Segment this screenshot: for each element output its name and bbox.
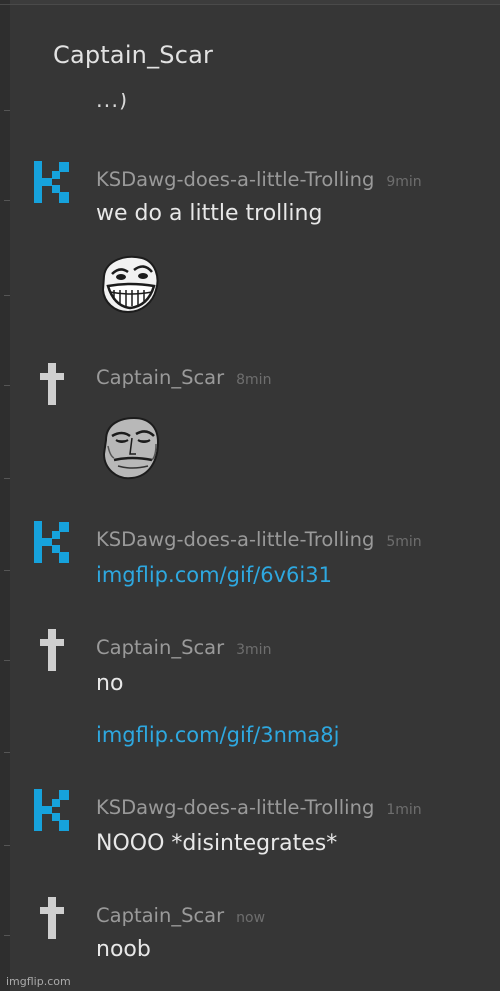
timestamp: 9min — [386, 174, 422, 190]
timestamp: 3min — [236, 642, 272, 658]
username[interactable]: Captain_Scar — [96, 904, 224, 927]
message-meta: KSDawg-does-a-little-Trolling 9min — [96, 168, 422, 191]
message-meta: Captain_Scar 8min — [96, 366, 271, 389]
timestamp: 8min — [236, 372, 272, 388]
trollface-emoji — [101, 255, 159, 314]
message-text: noob — [96, 937, 151, 962]
cross-icon[interactable] — [32, 895, 72, 941]
username[interactable]: KSDawg-does-a-little-Trolling — [96, 528, 374, 551]
gif-link[interactable]: imgflip.com/gif/3nma8j — [96, 723, 339, 747]
username[interactable]: Captain_Scar — [96, 636, 224, 659]
timestamp: 5min — [386, 534, 422, 550]
cutoff-message-text: ...) — [96, 93, 129, 112]
k-logo-icon[interactable] — [32, 787, 72, 833]
sad-trollface-emoji — [102, 416, 160, 480]
message-text: NOOO *disintegrates* — [96, 831, 338, 856]
message-meta: KSDawg-does-a-little-Trolling 1min — [96, 796, 422, 819]
k-logo-icon[interactable] — [32, 159, 72, 205]
timestamp: 1min — [386, 802, 422, 818]
cross-icon[interactable] — [32, 627, 72, 673]
imgflip-watermark: imgflip.com — [6, 975, 71, 988]
message-text: no — [96, 671, 124, 696]
timestamp: now — [236, 910, 266, 926]
gif-link[interactable]: imgflip.com/gif/6v6i31 — [96, 563, 332, 587]
k-logo-icon[interactable] — [32, 519, 72, 565]
message-meta: Captain_Scar now — [96, 904, 265, 927]
message-meta: Captain_Scar 3min — [96, 636, 271, 659]
message-text: we do a little trolling — [96, 201, 323, 226]
left-gutter — [0, 0, 10, 991]
chat-title: Captain_Scar — [53, 41, 214, 69]
cross-icon[interactable] — [32, 361, 72, 407]
chat-panel[interactable]: Captain_Scar ...) KSDawg-does-a-little-T… — [10, 5, 500, 991]
username[interactable]: KSDawg-does-a-little-Trolling — [96, 168, 374, 191]
username[interactable]: KSDawg-does-a-little-Trolling — [96, 796, 374, 819]
username[interactable]: Captain_Scar — [96, 366, 224, 389]
message-meta: KSDawg-does-a-little-Trolling 5min — [96, 528, 422, 551]
